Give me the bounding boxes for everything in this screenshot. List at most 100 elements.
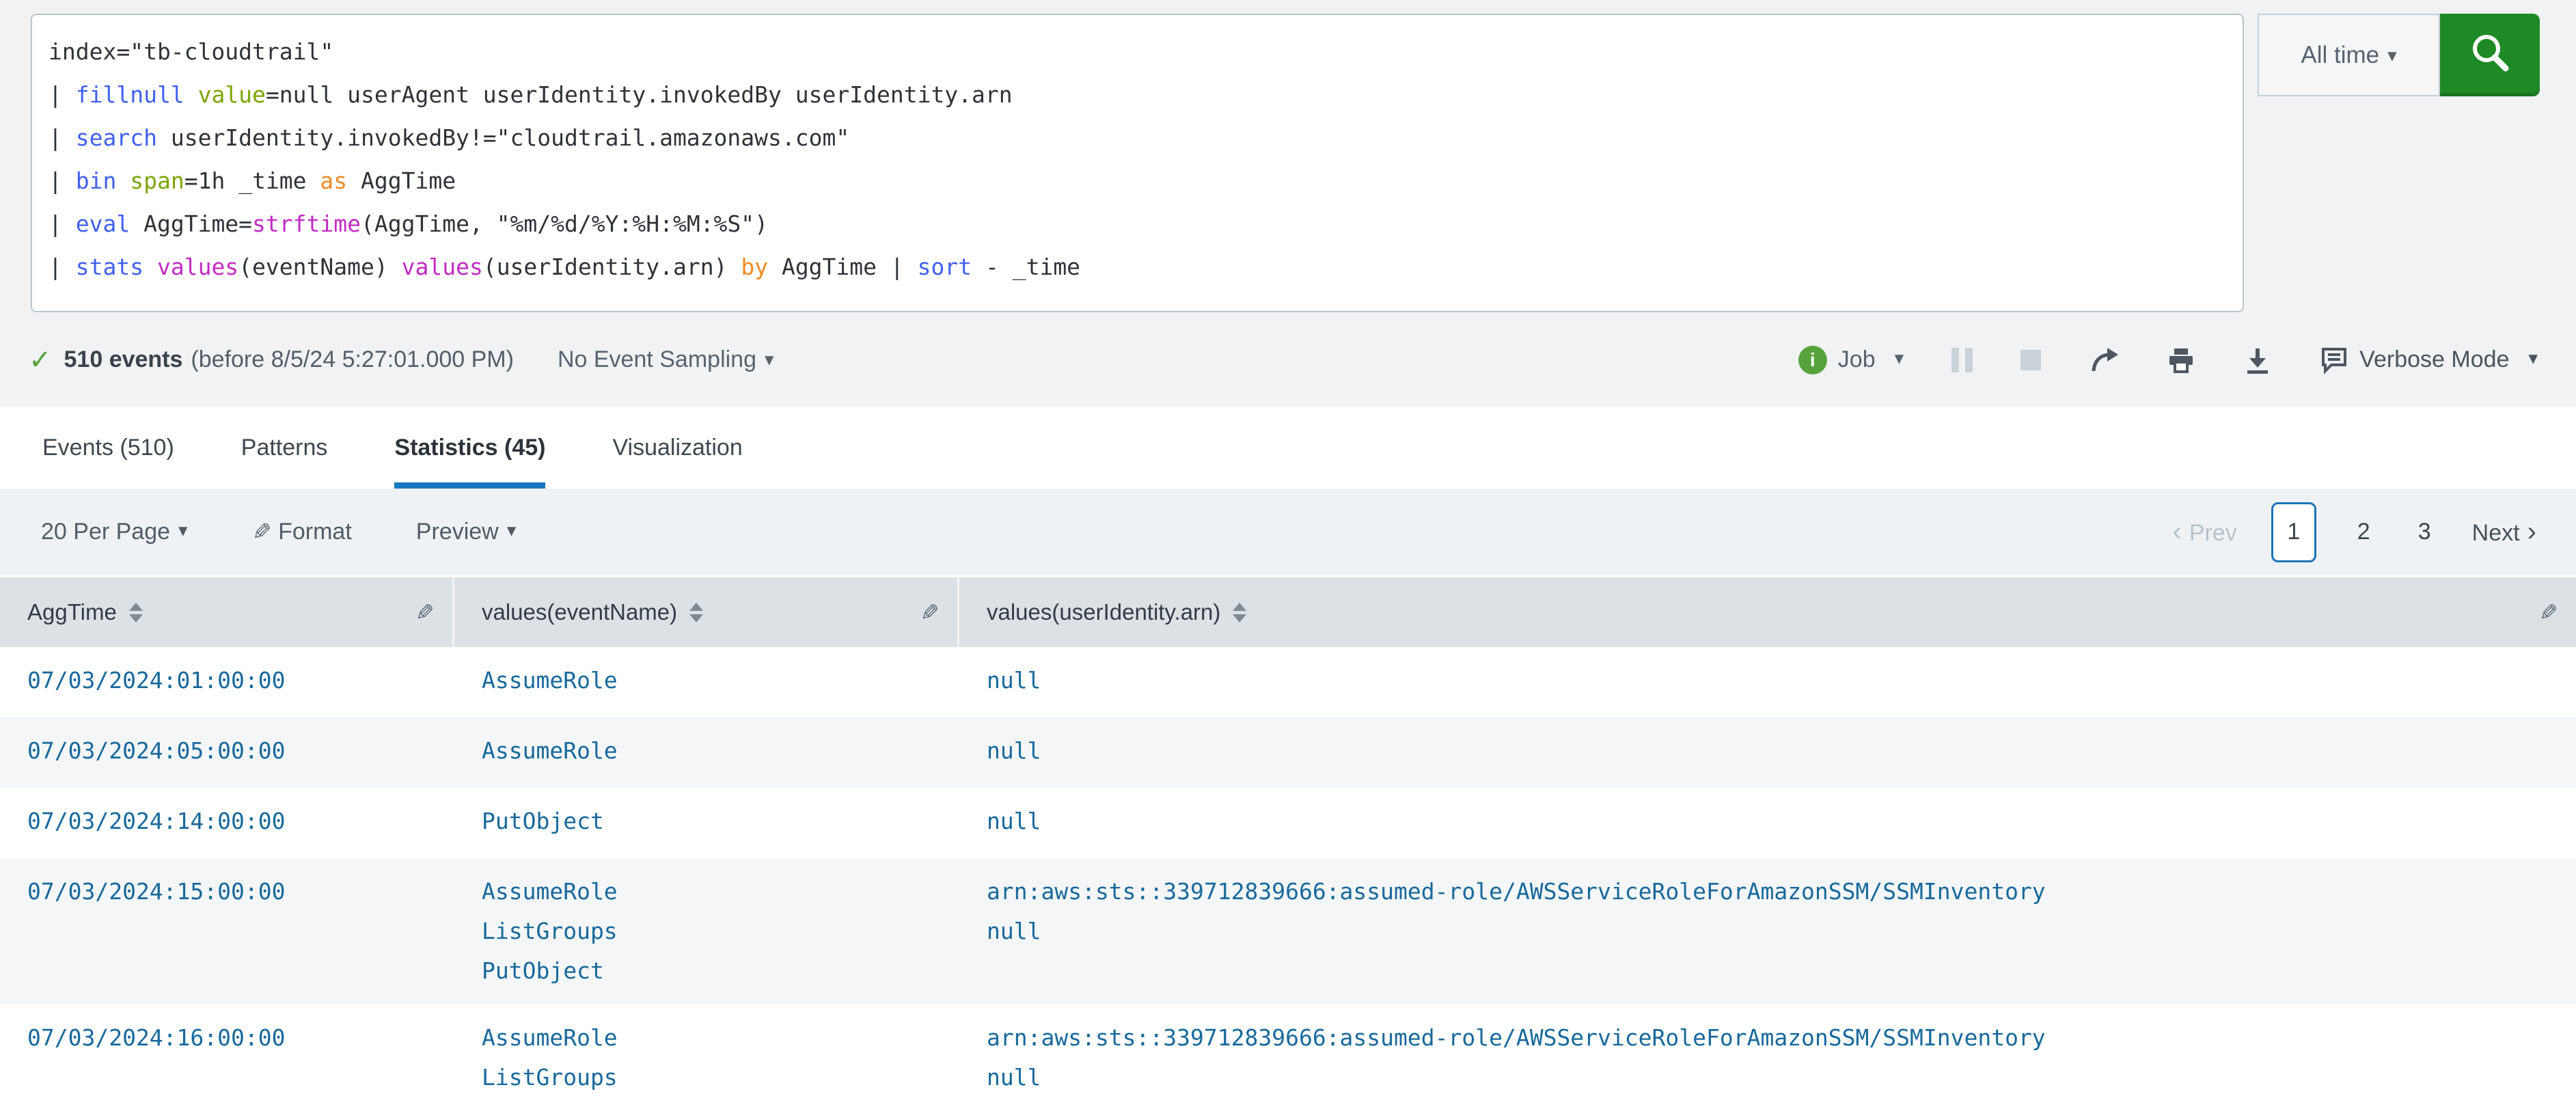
pause-button[interactable] <box>1951 347 1973 372</box>
preview-dropdown[interactable]: Preview <box>416 519 517 545</box>
query-token: value <box>197 81 266 108</box>
stop-button[interactable] <box>2020 349 2042 370</box>
cell-value[interactable]: AssumeRole <box>482 661 946 700</box>
tab-visualization[interactable]: Visualization <box>612 407 742 489</box>
search-section: index="tb-cloudtrail" | fillnull value=nu… <box>0 0 2576 407</box>
paintbrush-icon[interactable] <box>920 599 940 626</box>
query-line: | eval AggTime=strftime(AggTime, "%m/%d/… <box>49 202 2226 245</box>
prev-page-button[interactable]: Prev <box>2172 517 2237 547</box>
job-label: Job <box>1837 346 1876 372</box>
query-token: | <box>49 124 76 151</box>
printer-icon <box>2169 348 2193 373</box>
search-button[interactable] <box>2440 14 2540 96</box>
cell-eventnames: AssumeRole ListGroups PutObject <box>454 858 959 1004</box>
pagination: Prev 1 2 3 Next <box>2172 502 2536 562</box>
cell-value[interactable]: ListGroups <box>482 1058 946 1097</box>
query-token <box>184 81 198 108</box>
cell-value[interactable]: null <box>987 1058 2562 1097</box>
tab-events-510[interactable]: Events (510) <box>42 407 174 489</box>
cell-value[interactable]: AssumeRole <box>482 731 946 771</box>
page-button-2[interactable]: 2 <box>2351 519 2377 545</box>
tab-patterns[interactable]: Patterns <box>241 407 328 489</box>
cell-value[interactable]: PutObject <box>482 802 946 841</box>
cell-value[interactable]: 07/03/2024:15:00:00 <box>27 872 441 912</box>
job-controls: Job <box>1798 345 2538 375</box>
table-header-row: AggTime values(eventName) values(userIde… <box>0 575 2576 647</box>
page-button-1[interactable]: 1 <box>2271 502 2316 562</box>
query-token: strftime <box>252 210 361 237</box>
search-query-input[interactable]: index="tb-cloudtrail" | fillnull value=nu… <box>31 14 2244 312</box>
query-token: index="tb-cloudtrail" <box>49 38 334 65</box>
time-range-label: All time <box>2301 42 2396 69</box>
query-token: AggTime <box>347 167 456 194</box>
query-token: - _time <box>972 254 1081 280</box>
cell-aggtime: 07/03/2024:14:00:00 <box>0 788 454 858</box>
cell-value[interactable]: null <box>987 802 2562 841</box>
cell-value[interactable]: null <box>987 731 2562 771</box>
export-button[interactable] <box>2243 346 2272 374</box>
event-count: 510 events <box>64 346 183 372</box>
magnifier-icon <box>2466 30 2514 80</box>
cell-value[interactable]: 07/03/2024:16:00:00 <box>27 1018 441 1058</box>
query-token: search <box>75 124 157 151</box>
cell-value[interactable]: PutObject <box>482 951 946 991</box>
cell-value[interactable]: AssumeRole <box>482 1018 946 1058</box>
cell-value[interactable]: 07/03/2024:14:00:00 <box>27 802 441 841</box>
format-button[interactable]: Format <box>252 519 352 546</box>
query-token: | <box>49 167 76 194</box>
query-token: | <box>49 81 76 108</box>
share-button[interactable] <box>2089 345 2119 375</box>
cell-value[interactable]: arn:aws:sts::339712839666:assumed-role/A… <box>987 1018 2562 1058</box>
paintbrush-icon[interactable] <box>2539 599 2558 626</box>
query-token: | <box>49 254 76 280</box>
table-row: 07/03/2024:16:00:00 AssumeRole ListGroups a… <box>0 1004 2576 1109</box>
search-bar: index="tb-cloudtrail" | fillnull value=nu… <box>0 14 2576 312</box>
page-buttons: 1 2 3 <box>2271 502 2438 562</box>
cell-arns: null <box>959 717 2576 788</box>
per-page-dropdown[interactable]: 20 Per Page <box>41 519 188 545</box>
results-info-bar: 510 events (before 8/5/24 5:27:01.000 PM… <box>0 312 2576 407</box>
statistics-table: AggTime values(eventName) values(userIde… <box>0 575 2576 1109</box>
time-range-picker[interactable]: All time <box>2258 14 2440 96</box>
event-sampling-dropdown[interactable]: No Event Sampling <box>558 346 774 373</box>
table-row: 07/03/2024:14:00:00 PutObject null <box>0 788 2576 858</box>
cell-eventnames: AssumeRole <box>454 717 959 788</box>
cell-value[interactable]: 07/03/2024:01:00:00 <box>27 661 441 700</box>
share-icon <box>2092 347 2119 371</box>
cell-value[interactable]: null <box>987 661 2562 700</box>
cell-eventnames: PutObject <box>454 788 959 858</box>
column-label: AggTime <box>27 599 117 625</box>
query-token: (AggTime, "%m/%d/%Y:%H:%M:%S") <box>361 210 769 237</box>
cell-aggtime: 07/03/2024:05:00:00 <box>0 717 454 788</box>
cell-value[interactable]: ListGroups <box>482 912 946 951</box>
cell-value[interactable]: AssumeRole <box>482 872 946 912</box>
page-button-3[interactable]: 3 <box>2411 519 2438 545</box>
query-token: sort <box>917 254 972 280</box>
cell-eventnames: AssumeRole ListGroups <box>454 1004 959 1109</box>
job-menu[interactable]: Job <box>1798 345 1904 374</box>
column-header-useridentity-arn[interactable]: values(userIdentity.arn) <box>959 577 2576 647</box>
query-token: (userIdentity.arn) <box>482 254 741 280</box>
job-done-check-icon <box>29 344 52 376</box>
sort-icon <box>1233 602 1247 622</box>
cell-aggtime: 07/03/2024:15:00:00 <box>0 858 454 1004</box>
print-button[interactable] <box>2167 346 2195 374</box>
query-token: | <box>49 210 76 237</box>
search-mode-dropdown[interactable]: Verbose Mode <box>2320 346 2538 374</box>
next-page-button[interactable]: Next <box>2472 517 2536 547</box>
column-label: values(userIdentity.arn) <box>987 599 1221 625</box>
query-line: | stats values(eventName) values(userIde… <box>49 245 2226 288</box>
cell-value[interactable]: null <box>987 912 2562 951</box>
tab-statistics-45[interactable]: Statistics (45) <box>394 407 545 489</box>
cell-value[interactable]: 07/03/2024:05:00:00 <box>27 731 441 771</box>
column-header-eventname[interactable]: values(eventName) <box>454 577 959 647</box>
paintbrush-icon <box>252 519 272 546</box>
query-token: =1h _time <box>184 167 320 194</box>
column-header-aggtime[interactable]: AggTime <box>0 577 454 647</box>
query-token <box>143 254 157 280</box>
cell-value[interactable]: arn:aws:sts::339712839666:assumed-role/A… <box>987 872 2562 912</box>
download-icon <box>2247 348 2269 374</box>
query-token: values <box>401 254 483 280</box>
paintbrush-icon[interactable] <box>415 599 435 626</box>
results-tabs: Events (510) Patterns Statistics (45) Visua… <box>0 407 2576 489</box>
